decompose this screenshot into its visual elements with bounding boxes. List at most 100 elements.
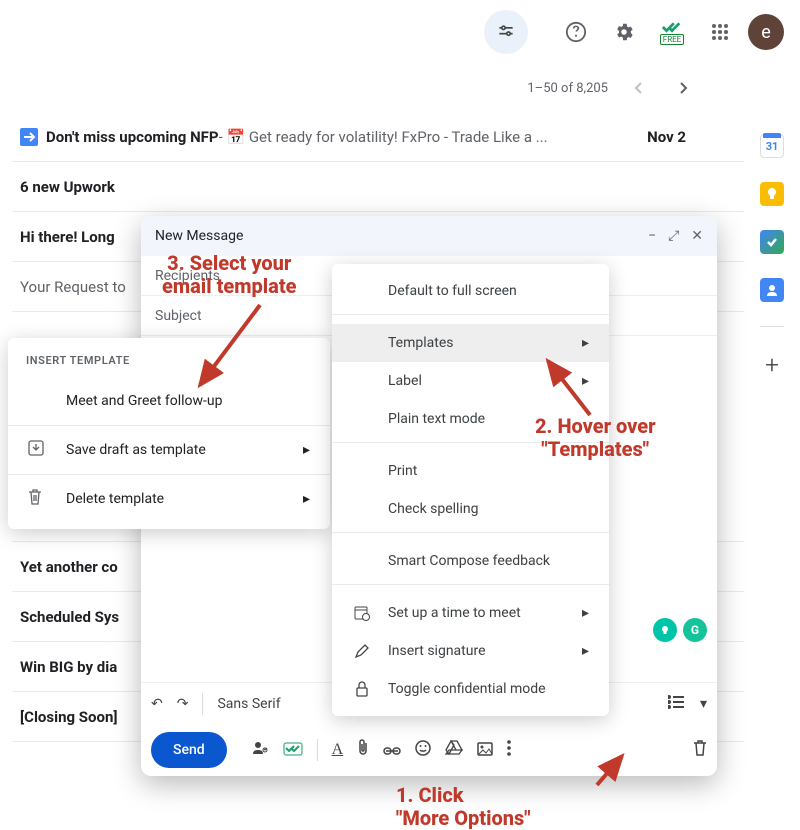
templates-submenu: INSERT TEMPLATE Meet and Greet follow-up… bbox=[8, 338, 330, 529]
email-date: Nov 2 bbox=[635, 128, 736, 146]
menu-check-spelling[interactable]: Check spelling bbox=[332, 490, 609, 528]
extension-badges: G bbox=[653, 618, 707, 642]
email-row[interactable]: Don't miss upcoming NFP - 📅 Get ready fo… bbox=[12, 112, 744, 162]
trash-icon bbox=[28, 489, 48, 509]
chevron-right-icon: ▸ bbox=[303, 491, 310, 507]
chevron-right-icon: ▸ bbox=[303, 442, 310, 458]
divider bbox=[332, 314, 609, 324]
annotation-step2: 2. Hover over"Templates" bbox=[535, 415, 656, 461]
contact-btn[interactable] bbox=[251, 739, 269, 761]
emoji-btn[interactable] bbox=[415, 740, 431, 760]
discard-draft-btn[interactable] bbox=[693, 740, 707, 760]
menu-label: Default to full screen bbox=[388, 283, 589, 299]
menu-set-time[interactable]: Set up a time to meet ▸ bbox=[332, 594, 609, 632]
account-avatar[interactable]: e bbox=[748, 14, 784, 50]
menu-label: Insert signature bbox=[388, 643, 566, 659]
page-next-btn[interactable] bbox=[668, 72, 700, 104]
settings-btn[interactable] bbox=[604, 12, 644, 52]
email-subject: Yet another co bbox=[20, 558, 118, 576]
template-name: Meet and Greet follow-up bbox=[66, 393, 223, 409]
menu-label: Toggle confidential mode bbox=[388, 681, 589, 697]
ext-badge-1[interactable] bbox=[653, 618, 677, 642]
side-panel: 31 + bbox=[744, 64, 800, 742]
help-icon bbox=[565, 21, 587, 43]
calendar-clock-icon bbox=[352, 605, 372, 621]
divider bbox=[202, 693, 203, 715]
email-subject: Hi there! Long bbox=[20, 228, 115, 246]
trash-icon bbox=[693, 740, 707, 756]
email-subject: Scheduled Sys bbox=[20, 608, 119, 626]
email-subject: Your Request to bbox=[20, 278, 126, 296]
divider bbox=[317, 739, 318, 761]
pen-icon bbox=[352, 643, 372, 659]
link-icon bbox=[383, 746, 401, 756]
list-btn[interactable] bbox=[668, 695, 686, 713]
help-btn[interactable] bbox=[556, 12, 596, 52]
more-options-btn[interactable] bbox=[507, 740, 511, 760]
font-format-btn[interactable]: A bbox=[332, 741, 344, 759]
drive-btn[interactable] bbox=[445, 740, 463, 760]
menu-label: Set up a time to meet bbox=[388, 605, 566, 621]
close-icon[interactable]: ✕ bbox=[691, 228, 703, 244]
minimize-icon[interactable]: − bbox=[648, 228, 656, 244]
tasks-app[interactable] bbox=[760, 230, 784, 254]
font-family-select[interactable]: Sans Serif bbox=[217, 696, 280, 712]
undo-btn[interactable]: ↶ bbox=[151, 696, 163, 712]
free-label: FREE bbox=[660, 34, 684, 45]
email-subject: 6 new Upwork bbox=[20, 178, 115, 196]
send-button[interactable]: Send bbox=[151, 732, 227, 768]
calendar-day: 31 bbox=[766, 140, 779, 153]
delete-template[interactable]: Delete template ▸ bbox=[8, 475, 330, 523]
redo-btn[interactable]: ↷ bbox=[177, 696, 189, 712]
annotation-arrow-2 bbox=[540, 355, 600, 420]
image-icon bbox=[477, 742, 493, 756]
chevron-right-icon: ▸ bbox=[582, 643, 589, 659]
attach-btn[interactable] bbox=[357, 739, 369, 761]
search-options-btn[interactable] bbox=[484, 10, 528, 54]
chevron-left-icon bbox=[633, 81, 643, 95]
list-icon bbox=[668, 695, 686, 709]
chevron-right-icon: ▸ bbox=[582, 335, 589, 351]
image-btn[interactable] bbox=[477, 741, 493, 760]
grammarly-badge[interactable]: G bbox=[683, 618, 707, 642]
keep-app[interactable] bbox=[760, 182, 784, 206]
smile-icon bbox=[415, 740, 431, 756]
fullscreen-icon[interactable]: ⤢ bbox=[668, 228, 679, 244]
email-subject: Win BIG by dia bbox=[20, 658, 117, 676]
gear-icon bbox=[613, 21, 635, 43]
link-btn[interactable] bbox=[383, 741, 401, 760]
google-apps-btn[interactable] bbox=[700, 12, 740, 52]
paperclip-icon bbox=[357, 739, 369, 757]
more-format-btn[interactable]: ▾ bbox=[700, 696, 707, 712]
ext-tracking-icon[interactable] bbox=[283, 741, 303, 760]
download-icon bbox=[28, 440, 48, 460]
keep-icon bbox=[765, 187, 779, 201]
more-options-menu: Default to full screen Templates▸ Label▸… bbox=[332, 264, 609, 716]
save-draft-template[interactable]: Save draft as template ▸ bbox=[8, 426, 330, 474]
menu-label: Check spelling bbox=[388, 501, 589, 517]
add-addon-btn[interactable]: + bbox=[765, 351, 779, 379]
email-row[interactable]: 6 new Upwork bbox=[12, 162, 744, 212]
contacts-app[interactable] bbox=[760, 278, 784, 302]
extension-badge[interactable]: FREE bbox=[652, 12, 692, 52]
template-label: Save draft as template bbox=[66, 442, 285, 458]
page-prev-btn[interactable] bbox=[622, 72, 654, 104]
calendar-app[interactable]: 31 bbox=[760, 134, 784, 158]
page-range: 1–50 of 8,205 bbox=[527, 81, 608, 96]
kebab-icon bbox=[507, 740, 511, 756]
menu-insert-signature[interactable]: Insert signature ▸ bbox=[332, 632, 609, 670]
chevron-right-icon: ▸ bbox=[582, 605, 589, 621]
menu-smart-compose[interactable]: Smart Compose feedback bbox=[332, 542, 609, 580]
pagination-row: 1–50 of 8,205 bbox=[12, 64, 744, 112]
template-item[interactable]: Meet and Greet follow-up bbox=[8, 377, 330, 425]
compose-titlebar[interactable]: New Message − ⤢ ✕ bbox=[141, 216, 717, 256]
label-icon bbox=[20, 128, 38, 146]
avatar-letter: e bbox=[761, 22, 771, 43]
email-preview: - 📅 Get ready for volatility! FxPro - Tr… bbox=[219, 128, 548, 146]
menu-confidential[interactable]: Toggle confidential mode bbox=[332, 670, 609, 708]
person-icon bbox=[765, 283, 779, 297]
chevron-right-icon bbox=[679, 81, 689, 95]
drive-icon bbox=[445, 740, 463, 756]
divider bbox=[332, 584, 609, 594]
menu-default-fullscreen[interactable]: Default to full screen bbox=[332, 272, 609, 310]
